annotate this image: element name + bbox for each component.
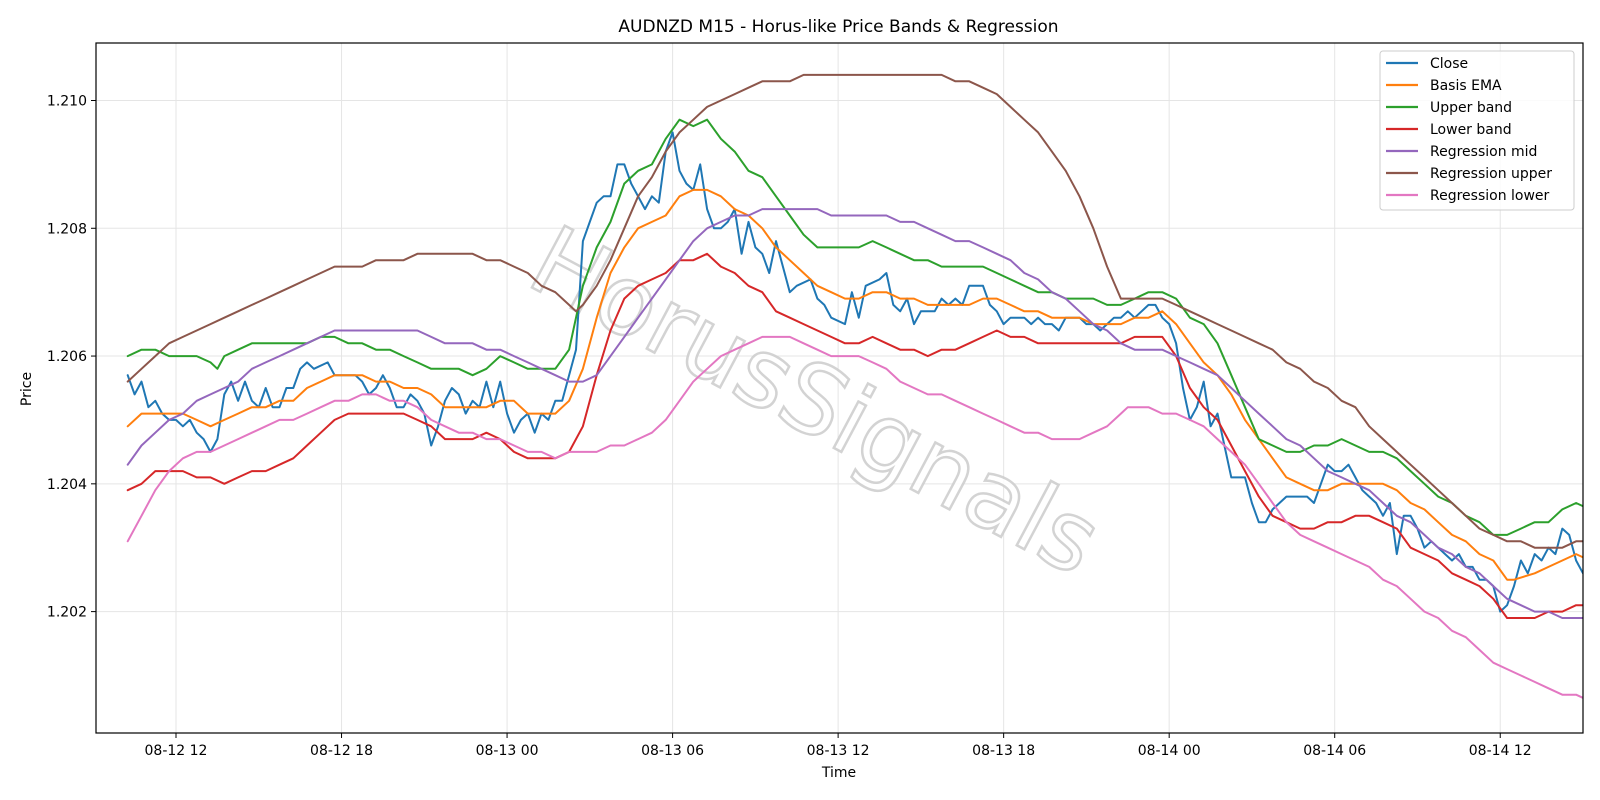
y-tick-label: 1.208 (47, 221, 87, 237)
x-tick-label: 08-14 06 (1303, 743, 1366, 759)
x-tick-label: 08-13 12 (807, 743, 870, 759)
y-tick-label: 1.204 (47, 477, 87, 493)
legend-label-regression-lower: Regression lower (1430, 188, 1550, 204)
y-tick-label: 1.206 (47, 349, 87, 365)
y-tick-label: 1.202 (47, 605, 87, 621)
legend-label-basis-ema: Basis EMA (1430, 78, 1502, 94)
legend-label-upper-band: Upper band (1430, 100, 1512, 116)
y-axis-title: Price (19, 372, 35, 406)
legend-label-regression-upper: Regression upper (1430, 166, 1552, 182)
x-tick-label: 08-12 18 (310, 743, 373, 759)
legend-label-lower-band: Lower band (1430, 122, 1512, 138)
x-tick-label: 08-14 00 (1138, 743, 1201, 759)
legend-label-close: Close (1430, 56, 1468, 72)
chart-canvas: AUDNZD M15 - Horus-like Price Bands & Re… (0, 0, 1600, 800)
y-tick-label: 1.210 (47, 94, 87, 110)
chart-title: AUDNZD M15 - Horus-like Price Bands & Re… (618, 17, 1058, 37)
legend-label-regression-mid: Regression mid (1430, 144, 1537, 160)
x-tick-label: 08-14 12 (1469, 743, 1532, 759)
x-tick-label: 08-13 00 (476, 743, 539, 759)
x-tick-label: 08-13 18 (972, 743, 1035, 759)
x-tick-label: 08-13 06 (641, 743, 704, 759)
x-axis-title: Time (821, 765, 856, 781)
legend: Close Basis EMA Upper band Lower band Regres… (1379, 50, 1575, 211)
x-tick-label: 08-12 12 (145, 743, 208, 759)
